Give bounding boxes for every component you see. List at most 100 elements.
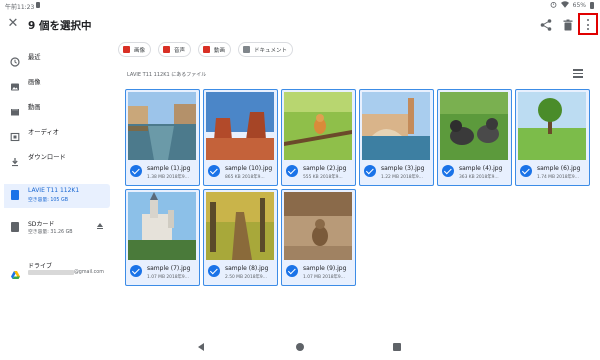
sidebar-item-sd-card[interactable]: SDカード 空き容量: 31.26 GB <box>4 216 110 240</box>
eject-icon[interactable] <box>97 223 103 229</box>
filter-chip-images[interactable]: 画像 <box>118 42 152 57</box>
chip-label: 音声 <box>174 47 186 54</box>
selected-checkbox[interactable] <box>364 165 376 177</box>
storage-free-space: 空き容量: 105 GB <box>28 198 69 203</box>
location-label: LAVIE T11 112K1 にあるファイル <box>127 72 207 78</box>
file-tile[interactable]: sample (3).jpg 1.22 MB 2018年9... <box>359 89 434 186</box>
sidebar-item-label: オーディオ <box>28 129 60 136</box>
file-meta: 555 KB 2018年9... <box>303 175 343 180</box>
image-icon <box>123 46 130 53</box>
close-icon[interactable]: ✕ <box>6 17 20 31</box>
sidebar-item-downloads[interactable]: ダウンロード <box>0 147 114 167</box>
sidebar-item-videos[interactable]: 動画 <box>0 97 114 117</box>
image-thumbnail <box>440 92 508 160</box>
file-tile[interactable]: sample (10).jpg 865 KB 2018年9... <box>203 89 278 186</box>
sidebar-item-label: ダウンロード <box>28 154 66 161</box>
sidebar-item-label: 最近 <box>28 54 41 61</box>
image-thumbnail <box>128 92 196 160</box>
file-meta: 1.22 MB 2018年9... <box>381 175 423 180</box>
selected-checkbox[interactable] <box>130 165 142 177</box>
trash-icon[interactable] <box>561 17 575 31</box>
wifi-icon <box>560 1 569 10</box>
download-icon <box>10 152 20 167</box>
recent-apps-icon[interactable] <box>393 343 401 351</box>
selection-title: 9 個を選択中 <box>28 20 92 32</box>
selected-checkbox[interactable] <box>442 165 454 177</box>
sim-icon <box>36 2 40 8</box>
storage-label: SDカード <box>28 221 55 228</box>
drive-icon <box>11 264 20 279</box>
image-thumbnail <box>128 192 196 260</box>
sidebar-item-label: 画像 <box>28 79 41 86</box>
image-thumbnail <box>518 92 586 160</box>
navigation-drawer: 最近 画像 動画 オーディオ ダウンロード LAVIE T11 112K1 空き… <box>0 40 114 326</box>
storage-label: ドライブ <box>28 263 53 270</box>
file-tile[interactable]: sample (9).jpg 1.07 MB 2018年9... <box>281 189 356 286</box>
file-name: sample (7).jpg <box>147 265 191 272</box>
selected-checkbox[interactable] <box>208 265 220 277</box>
chip-label: 動画 <box>214 47 226 54</box>
selected-checkbox[interactable] <box>286 265 298 277</box>
file-meta: 363 KB 2018年9... <box>459 175 499 180</box>
file-tile[interactable]: sample (4).jpg 363 KB 2018年9... <box>437 89 512 186</box>
file-name: sample (3).jpg <box>381 165 425 172</box>
app-bar: ✕ 9 個を選択中 <box>0 12 600 40</box>
selected-checkbox[interactable] <box>130 265 142 277</box>
image-thumbnail <box>284 192 352 260</box>
home-icon[interactable] <box>296 343 304 351</box>
tablet-icon <box>11 190 19 200</box>
sidebar-item-images[interactable]: 画像 <box>0 72 114 92</box>
sidebar-item-device-storage[interactable]: LAVIE T11 112K1 空き容量: 105 GB <box>4 184 110 208</box>
file-meta: 1.38 MB 2018年9... <box>147 175 189 180</box>
selected-checkbox[interactable] <box>520 165 532 177</box>
battery-text: 65% <box>572 2 586 9</box>
file-meta: 865 KB 2018年9... <box>225 175 265 180</box>
sidebar-item-drive[interactable]: ドライブ @gmail.com <box>4 258 110 282</box>
file-meta: 1.07 MB 2018年9... <box>147 275 189 280</box>
file-name: sample (4).jpg <box>459 165 503 172</box>
selected-checkbox[interactable] <box>286 165 298 177</box>
movie-icon <box>10 102 20 116</box>
file-name: sample (6).jpg <box>537 165 581 172</box>
image-thumbnail <box>206 92 274 160</box>
sidebar-item-audio[interactable]: オーディオ <box>0 122 114 142</box>
image-thumbnail <box>362 92 430 160</box>
file-tile[interactable]: sample (7).jpg 1.07 MB 2018年9... <box>125 189 200 286</box>
file-tile[interactable]: sample (6).jpg 1.74 MB 2018年9... <box>515 89 590 186</box>
status-time: 午前11:23 <box>5 4 35 11</box>
file-tile[interactable]: sample (1).jpg 1.38 MB 2018年9... <box>125 89 200 186</box>
image-thumbnail <box>206 192 274 260</box>
filter-chip-audio[interactable]: 音声 <box>158 42 192 57</box>
filter-chip-documents[interactable]: ドキュメント <box>238 42 294 57</box>
file-name: sample (9).jpg <box>303 265 347 272</box>
chip-label: 画像 <box>134 47 146 54</box>
file-name: sample (10).jpg <box>225 165 273 172</box>
system-navigation-bar <box>0 336 600 360</box>
storage-free-space: 空き容量: 31.26 GB <box>28 230 73 235</box>
more-options-button[interactable] <box>578 13 598 35</box>
share-icon[interactable] <box>539 17 553 31</box>
audio-icon <box>10 127 20 142</box>
battery-icon <box>590 2 594 9</box>
sidebar-item-recent[interactable]: 最近 <box>0 47 114 67</box>
blurred-email <box>28 270 74 275</box>
file-tile[interactable]: sample (2).jpg 555 KB 2018年9... <box>281 89 356 186</box>
file-name: sample (1).jpg <box>147 165 191 172</box>
file-tile[interactable]: sample (8).jpg 2.50 MB 2018年9... <box>203 189 278 286</box>
account-email-domain: @gmail.com <box>74 270 104 275</box>
back-icon[interactable] <box>198 343 204 351</box>
filter-chip-videos[interactable]: 動画 <box>198 42 232 57</box>
status-bar: 午前11:23 65% <box>0 0 600 12</box>
selected-checkbox[interactable] <box>208 165 220 177</box>
image-icon <box>10 77 20 91</box>
sidebar-item-label: 動画 <box>28 104 41 111</box>
status-icons: 65% <box>550 1 594 10</box>
audio-icon <box>163 46 170 53</box>
document-icon <box>243 46 250 53</box>
file-name: sample (2).jpg <box>303 165 347 172</box>
file-name: sample (8).jpg <box>225 265 269 272</box>
chip-label: ドキュメント <box>254 47 288 54</box>
alarm-icon <box>550 1 557 10</box>
list-view-icon[interactable] <box>573 69 583 78</box>
movie-icon <box>203 46 210 53</box>
